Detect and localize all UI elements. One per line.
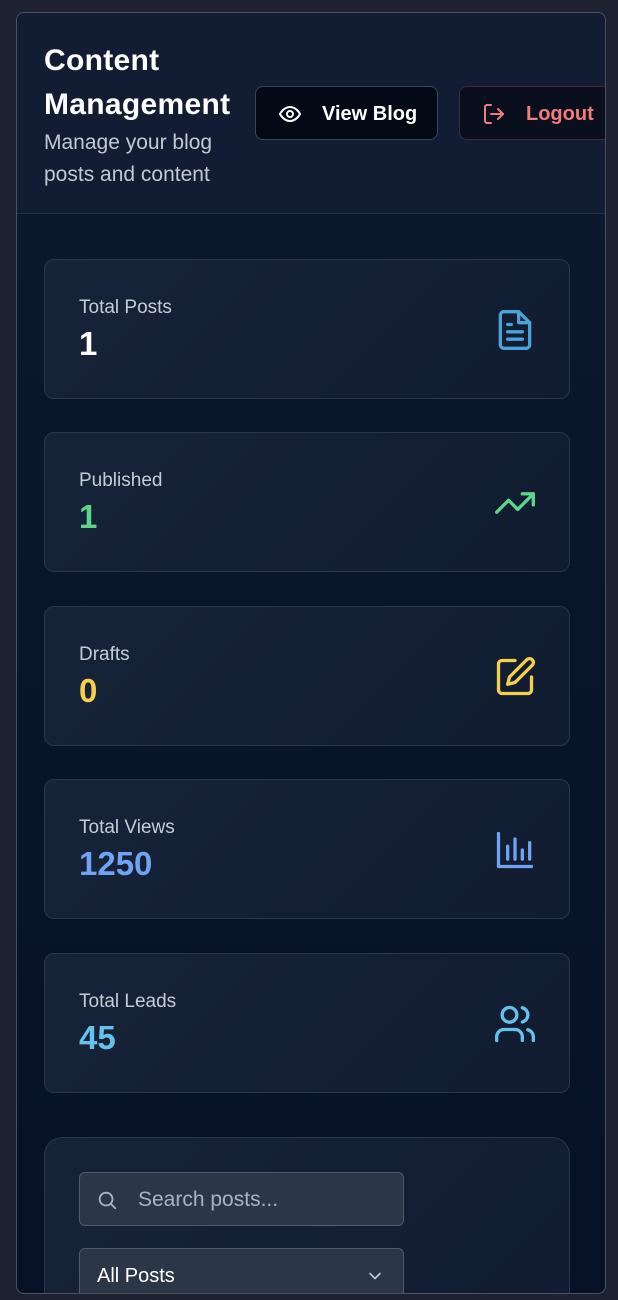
stat-card-total-views: Total Views 1250 [44,779,570,919]
stat-label: Total Posts [79,297,172,318]
stat-value: 0 [79,672,98,709]
status-filter-value: All Posts [97,1265,175,1287]
eye-icon [278,102,302,132]
stat-label: Published [79,470,163,491]
stat-label: Total Views [79,817,175,838]
stat-value: 1 [79,325,98,362]
stat-value: 1250 [79,845,153,882]
search-box[interactable] [79,1172,404,1226]
chevron-down-icon [365,1266,385,1291]
stat-card-drafts: Drafts 0 [44,606,570,746]
bar-chart-icon [493,828,537,872]
stat-label: Drafts [79,644,130,665]
logout-icon [482,102,506,132]
search-input[interactable] [136,1183,395,1217]
search-icon [96,1189,118,1216]
view-blog-label: View Blog [322,103,418,125]
edit-icon [493,655,537,699]
logout-label: Logout [526,103,594,125]
stat-card-total-leads: Total Leads 45 [44,953,570,1093]
posts-filter-panel: All Posts [44,1137,570,1293]
users-icon [493,1002,537,1046]
status-filter-select[interactable]: All Posts [79,1248,404,1293]
logout-button[interactable]: Logout [459,86,605,140]
stat-value: 1 [79,498,98,535]
view-blog-button[interactable]: View Blog [255,86,438,140]
page-header: Content Management Manage your blog post… [17,13,605,214]
stat-label: Total Leads [79,991,177,1012]
page-subtitle: Manage your blog posts and content [44,131,213,186]
trending-up-icon [493,481,537,525]
stat-card-total-posts: Total Posts 1 [44,259,570,399]
stat-card-published: Published 1 [44,432,570,572]
page-title: Content Management [44,44,231,121]
admin-dashboard: Content Management Manage your blog post… [16,12,606,1294]
document-icon [493,308,537,352]
stat-value: 45 [79,1019,116,1056]
